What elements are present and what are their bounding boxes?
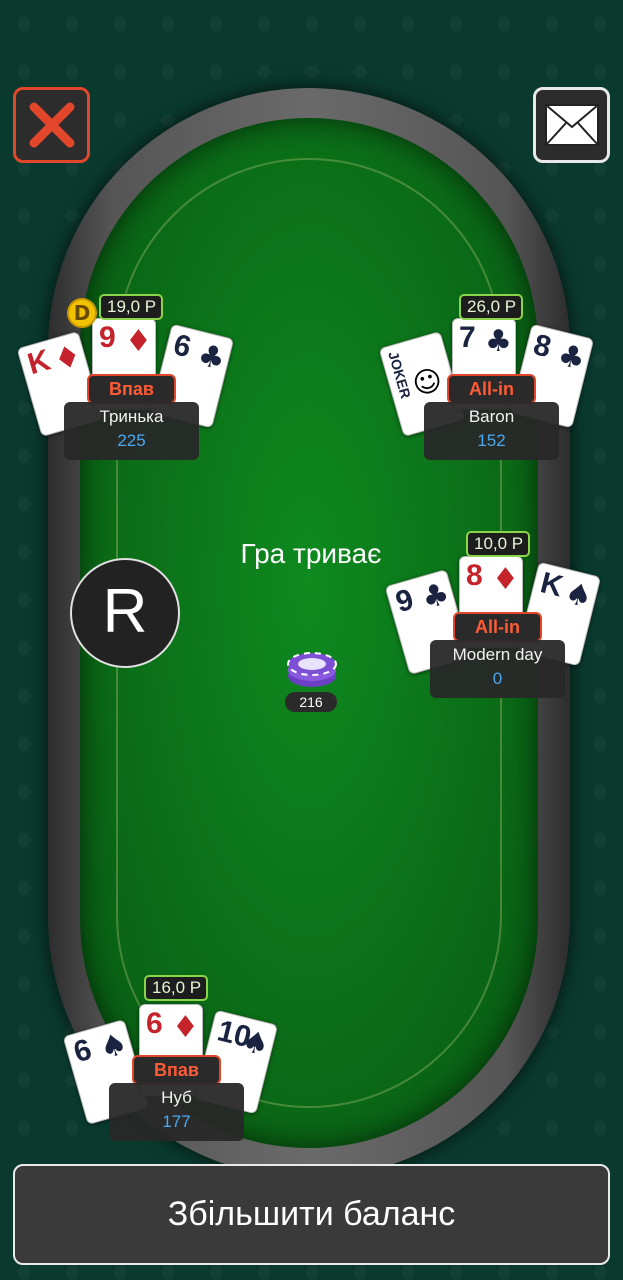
r-button[interactable]: R bbox=[70, 558, 180, 668]
card-rank: K bbox=[24, 343, 55, 382]
card-suit: ♣ bbox=[554, 337, 589, 378]
card-rank: 7 bbox=[459, 321, 476, 354]
card-suit: ♣ bbox=[485, 324, 512, 359]
player-name: Baron bbox=[468, 407, 515, 426]
card-suit: ♣ bbox=[194, 337, 229, 378]
player-plate: Modern day 0 bbox=[430, 640, 565, 698]
player-balance: 0 bbox=[492, 669, 503, 688]
player-plate: Тринька 225 bbox=[64, 402, 199, 460]
close-icon bbox=[29, 102, 74, 148]
status-badge: Впав bbox=[132, 1055, 221, 1085]
card-suit: ♣ bbox=[417, 575, 454, 617]
player-plate: Baron 152 bbox=[424, 402, 559, 460]
card-rank: 8 bbox=[530, 328, 555, 365]
chip-stack-icon bbox=[287, 652, 337, 687]
bet-amount: 16,0 Р bbox=[144, 975, 208, 1001]
dealer-chip: D bbox=[67, 298, 97, 328]
bet-amount: 10,0 Р bbox=[466, 531, 530, 557]
card-rank: 9 bbox=[392, 582, 418, 620]
card-rank: 6 bbox=[170, 328, 195, 365]
card-suit: ♠ bbox=[95, 1025, 132, 1067]
player-balance: 152 bbox=[477, 431, 506, 450]
status-badge: Впав bbox=[87, 374, 176, 404]
bet-amount: 19,0 Р bbox=[99, 294, 163, 320]
player-plate: Нуб 177 bbox=[109, 1083, 244, 1141]
bet-amount: 26,0 Р bbox=[459, 294, 523, 320]
card-suit: ♦ bbox=[49, 337, 86, 379]
status-badge: All-in bbox=[447, 374, 536, 404]
card-rank: K bbox=[537, 566, 567, 604]
card-rank: 6 bbox=[146, 1007, 163, 1040]
card-suit: ♦ bbox=[172, 1010, 199, 1045]
card-suit: ♠ bbox=[238, 1023, 273, 1064]
card-suit: ♠ bbox=[561, 575, 596, 616]
player-name: Тринька bbox=[99, 407, 164, 426]
player-name: Нуб bbox=[161, 1088, 192, 1107]
card-rank: 6 bbox=[70, 1032, 96, 1070]
game-status: Гра триває bbox=[240, 538, 382, 569]
card-rank: 9 bbox=[99, 321, 116, 354]
add-balance-button[interactable]: Збільшити баланс bbox=[13, 1164, 610, 1265]
close-button[interactable] bbox=[13, 87, 90, 163]
card-rank: 8 bbox=[466, 559, 483, 592]
status-badge: All-in bbox=[453, 612, 542, 642]
player-balance: 225 bbox=[117, 431, 146, 450]
joker-face-icon: ☺ bbox=[408, 362, 446, 402]
card-suit: ♦ bbox=[492, 562, 519, 597]
card-suit: ♦ bbox=[125, 324, 152, 359]
messages-button[interactable] bbox=[533, 87, 610, 163]
mail-icon bbox=[544, 104, 599, 146]
player-balance: 177 bbox=[162, 1112, 191, 1131]
pot-amount: 216 bbox=[285, 692, 337, 712]
player-name: Modern day bbox=[452, 645, 543, 664]
